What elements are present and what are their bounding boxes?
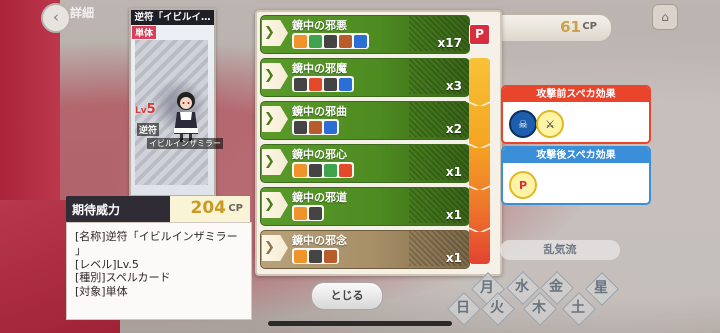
bullet-count: x1 [445, 251, 462, 265]
card-title: 逆符「イビルイ… [131, 10, 214, 25]
bullet-tags [292, 205, 324, 221]
post-attack-effect-title: 攻撃後スペカ効果 [503, 148, 649, 163]
slash-icon [324, 77, 337, 91]
orb-icon [309, 120, 322, 134]
slash-icon [294, 77, 307, 91]
bullet-name: 鏡中の邪曲 [292, 105, 347, 118]
bullet-count: x2 [445, 122, 462, 136]
element-label: 日 [456, 300, 470, 316]
bullet-tags [292, 248, 339, 264]
post-attack-effect-panel: 攻撃後スペカ効果 P [501, 146, 651, 205]
close-button[interactable]: とじる [311, 282, 383, 310]
power-unit: CP [228, 203, 243, 214]
bullet-row[interactable]: ❯ 鏡中の邪念 x1 [260, 230, 470, 269]
expected-power: 期待威力 204 CP [66, 196, 250, 222]
chevron-right-icon: ❯ [264, 25, 275, 40]
clover-icon [324, 163, 337, 177]
chevron-right-icon: ❯ [264, 154, 275, 169]
bullet-row[interactable]: ❯ 鏡中の邪曲 x2 [260, 101, 470, 140]
card-info-box: [名称]逆符「イビルインザミラー 」 [レベル]Lv.5 [種別]スペルカード … [66, 222, 252, 320]
bullet-row[interactable]: ❯ 鏡中の邪道 x1 [260, 187, 470, 226]
chevron-left-icon: ‹ [53, 8, 59, 26]
bullet-list-panel[interactable]: ❯ 鏡中の邪悪 x17 ❯ 鏡中の邪魔 x3 ❯ 鏡中の邪曲 x2 ❯ 鏡中の邪心 x1 ❯ 鏡中の邪道 x… [255, 10, 502, 276]
element-label: 木 [532, 300, 546, 316]
chevron-right-icon: ❯ [264, 111, 275, 126]
spell-card: 逆符「イビルイ… 単体 Lv5 逆符 イビルインザミラー [129, 8, 223, 197]
bullet-tags [292, 76, 354, 92]
info-line: 」 [75, 243, 86, 257]
character-sprite [174, 92, 198, 142]
home-indicator[interactable] [268, 321, 452, 326]
person-icon [294, 34, 307, 48]
pre-attack-effect-panel: 攻撃前スペカ効果 ☠ ⚔ [501, 85, 651, 144]
bolt-icon [309, 34, 322, 48]
bullet-count: x1 [445, 165, 462, 179]
info-line: [名称]逆符「イビルインザミラー [75, 230, 238, 243]
card-level: Lv5 [135, 102, 156, 117]
element-label: 星 [594, 280, 608, 296]
element-label: 金 [549, 279, 563, 295]
power-p-icon: P [469, 24, 490, 45]
chevron-right-icon: ❯ [264, 197, 275, 212]
bullet-count: x17 [437, 36, 462, 50]
chevron-right-icon: ❯ [264, 240, 275, 255]
detail-tab: 詳細 [70, 6, 95, 20]
bullet-row[interactable]: ❯ 鏡中の邪心 x1 [260, 144, 470, 183]
bullet-row[interactable]: ❯ 鏡中の邪魔 x3 [260, 58, 470, 97]
bullet-count: x1 [445, 208, 462, 222]
element-label: 土 [571, 300, 585, 316]
charge-gauge [469, 58, 490, 264]
home-icon: ⌂ [661, 10, 669, 24]
wave-icon [339, 77, 352, 91]
orb-icon [339, 34, 352, 48]
info-line: [レベル]Lv.5 [75, 257, 139, 271]
back-button[interactable]: ‹ [41, 3, 71, 33]
info-line: [対象]単体 [75, 285, 128, 299]
cp-value: 61 [560, 18, 581, 36]
slash-icon [309, 163, 322, 177]
slash-up-icon: ⚔ [536, 110, 564, 138]
orb-icon [324, 249, 337, 263]
card-subtitle-kanji: 逆符 [137, 123, 160, 136]
wave-icon [354, 34, 367, 48]
bullet-name: 鏡中の邪心 [292, 148, 347, 161]
power-p-icon: P [509, 171, 537, 199]
bullet-name: 鏡中の邪念 [292, 234, 347, 247]
element-label: 火 [490, 300, 504, 316]
cp-unit: CP [582, 21, 597, 32]
slash-icon [294, 120, 307, 134]
person-icon [294, 163, 307, 177]
power-label: 期待威力 [72, 203, 121, 217]
weather-label: 乱気流 [500, 240, 620, 260]
bullet-name: 鏡中の邪魔 [292, 62, 347, 75]
pre-attack-effect-title: 攻撃前スペカ効果 [503, 87, 649, 102]
element-label: 水 [515, 279, 529, 295]
info-line: [種別]スペルカード [75, 271, 171, 285]
skull-icon: ☠ [509, 110, 537, 138]
bullet-tags [292, 119, 339, 135]
slash-icon [309, 249, 322, 263]
slash-icon [324, 34, 337, 48]
burst-icon [309, 77, 322, 91]
bullet-name: 鏡中の邪悪 [292, 19, 347, 32]
power-value: 204 [190, 198, 227, 218]
bullet-name: 鏡中の邪道 [292, 191, 347, 204]
card-type-badge: 単体 [132, 26, 157, 39]
cp-counter: 61 CP [485, 14, 612, 42]
bullet-tags [292, 33, 369, 49]
chevron-right-icon: ❯ [264, 68, 275, 83]
wave-icon [324, 120, 337, 134]
bullet-row[interactable]: ❯ 鏡中の邪悪 x17 [260, 15, 470, 54]
person-icon [294, 206, 307, 220]
slash-icon [309, 206, 322, 220]
flame-icon [339, 163, 352, 177]
person-icon [294, 249, 307, 263]
bullet-count: x3 [445, 79, 462, 93]
card-subtitle-kana: イビルインザミラー [147, 138, 223, 149]
bullet-tags [292, 162, 354, 178]
home-button[interactable]: ⌂ [652, 4, 678, 30]
